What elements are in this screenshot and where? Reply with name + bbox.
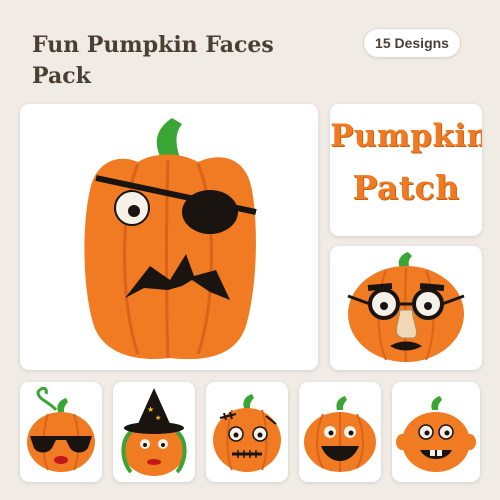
design-card-toothy-pumpkin[interactable] bbox=[392, 382, 480, 482]
design-card-zombie-pumpkin[interactable] bbox=[206, 382, 288, 482]
sunglasses-pumpkin-icon bbox=[27, 386, 95, 472]
svg-text:★: ★ bbox=[155, 414, 161, 422]
zombie-pumpkin-icon bbox=[213, 394, 281, 472]
disguise-pumpkin-icon bbox=[347, 252, 465, 363]
title-line-1: Fun Pumpkin Faces bbox=[32, 32, 274, 58]
pirate-pumpkin-icon bbox=[84, 118, 257, 360]
design-card-sunglasses-pumpkin[interactable] bbox=[20, 382, 102, 482]
toothy-pumpkin-icon bbox=[396, 396, 476, 472]
design-card-eyepatch-pumpkin[interactable] bbox=[20, 104, 318, 370]
witch-pumpkin-icon: ★ ★ bbox=[121, 388, 187, 476]
patch-line-2: Patch bbox=[352, 168, 460, 207]
designs-count-badge: 15 Designs bbox=[363, 28, 461, 58]
svg-text:★: ★ bbox=[147, 405, 154, 414]
happy-pumpkin-icon bbox=[304, 396, 376, 472]
page-title: Fun Pumpkin Faces Pack bbox=[32, 30, 332, 92]
design-card-disguise-glasses-pumpkin[interactable] bbox=[330, 246, 482, 370]
title-line-2: Pack bbox=[32, 63, 91, 89]
design-card-pumpkin-patch-text[interactable]: Pumpkin Patch bbox=[330, 104, 482, 236]
design-card-happy-pumpkin[interactable] bbox=[299, 382, 381, 482]
design-card-witch-pumpkin[interactable]: ★ ★ bbox=[113, 382, 195, 482]
patch-line-1: Pumpkin bbox=[330, 118, 482, 154]
